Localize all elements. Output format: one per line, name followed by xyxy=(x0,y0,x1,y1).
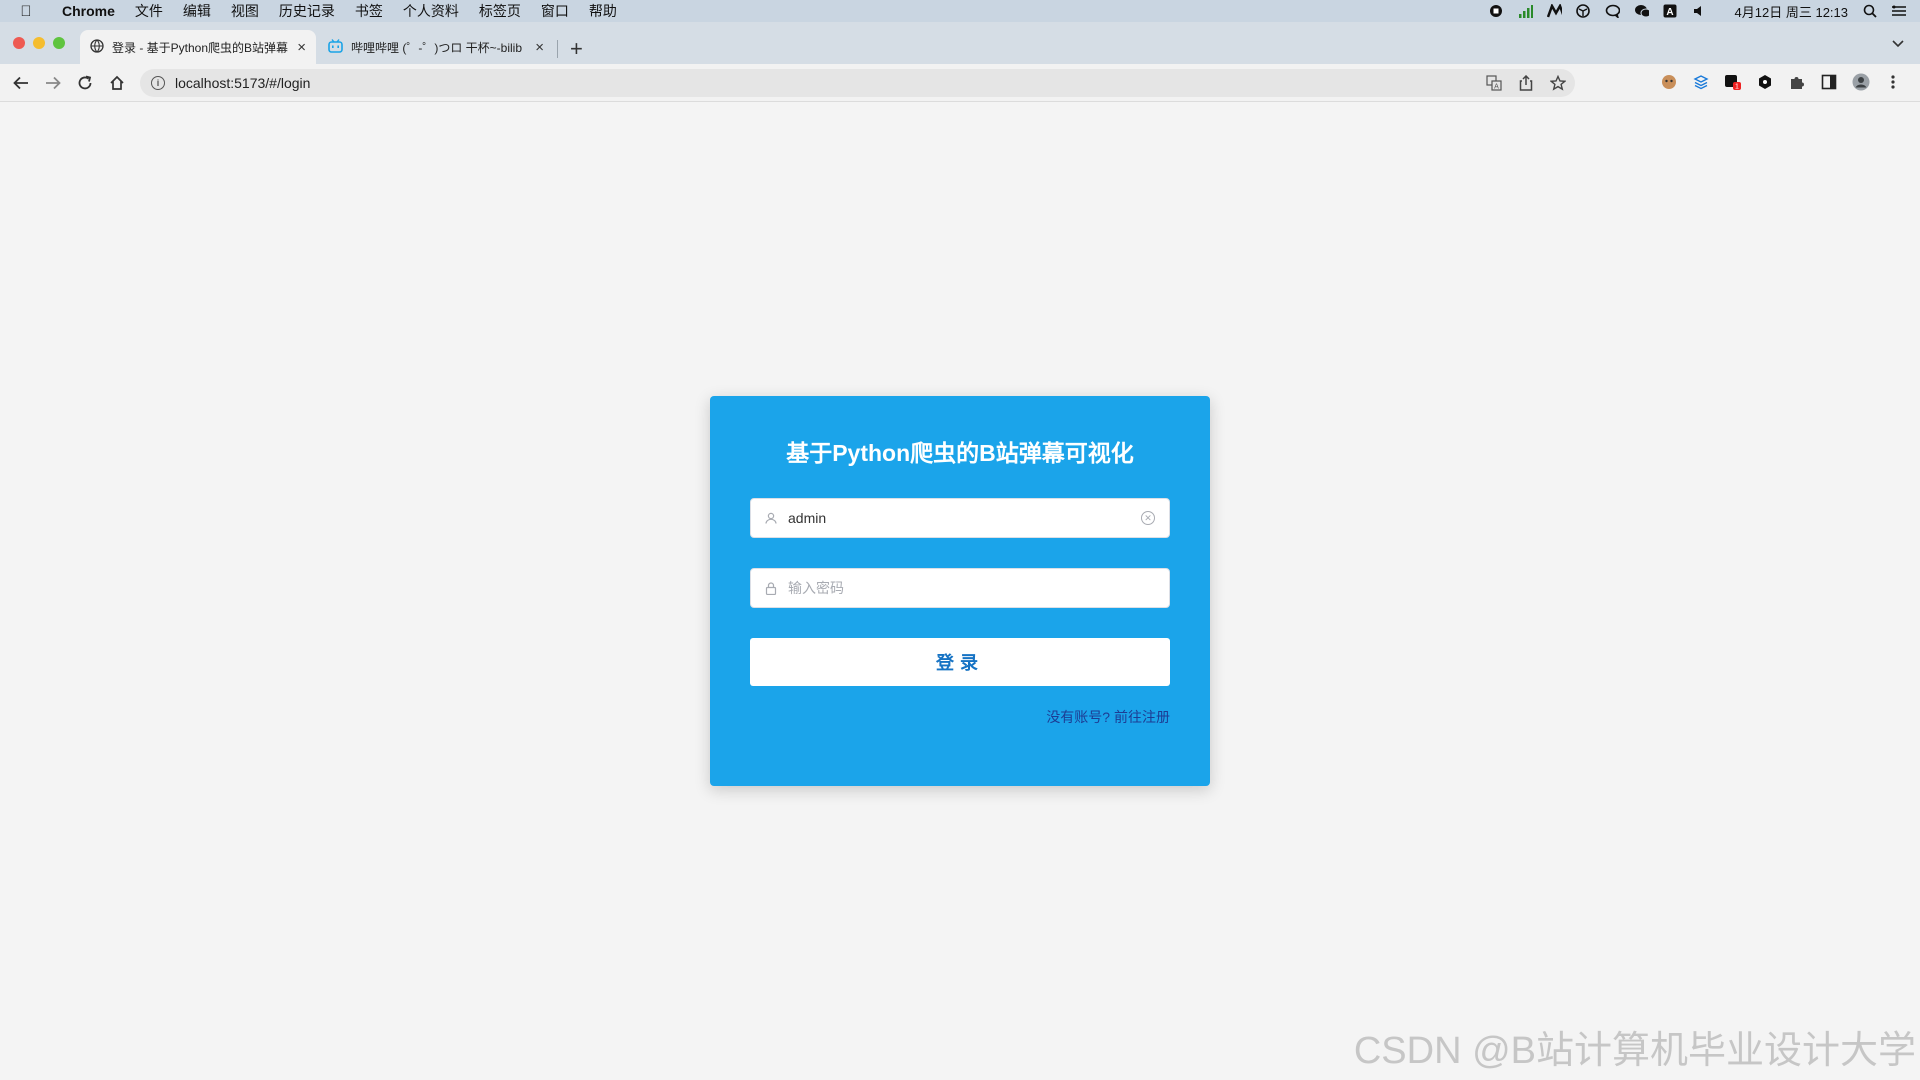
username-field[interactable]: ✕ xyxy=(750,498,1170,538)
tab-close-button[interactable]: × xyxy=(297,39,306,56)
menu-tabs[interactable]: 标签页 xyxy=(469,1,531,21)
address-bar-actions: A xyxy=(1485,74,1575,92)
bookmark-star-icon[interactable] xyxy=(1549,74,1567,92)
menu-edit[interactable]: 编辑 xyxy=(173,1,221,21)
spotlight-search-icon[interactable] xyxy=(1862,4,1877,19)
status-tray: A 4月12日 周三 12:13 xyxy=(1489,2,1920,21)
chat-bubble-icon[interactable] xyxy=(1605,4,1620,19)
menu-help[interactable]: 帮助 xyxy=(579,1,627,21)
tab-strip: 登录 - 基于Python爬虫的B站弹幕 × 哔哩哔哩 (゜-゜)つロ 干杯~-… xyxy=(0,22,1920,64)
mac-menu-bar:  Chrome 文件 编辑 视图 历史记录 书签 个人资料 标签页 窗口 帮助… xyxy=(0,0,1920,22)
back-arrow-icon[interactable] xyxy=(10,72,32,94)
tab-close-button[interactable]: × xyxy=(535,39,544,56)
watermark: CSDN @B站计算机毕业设计大学 xyxy=(1353,1030,1916,1072)
close-window-button[interactable] xyxy=(13,37,25,49)
zoom-window-button[interactable] xyxy=(53,37,65,49)
chrome-menu-icon[interactable] xyxy=(1884,73,1902,91)
tab-bilibili[interactable]: 哔哩哔哩 (゜-゜)つロ 干杯~-bilib × xyxy=(318,30,554,64)
menu-profile[interactable]: 个人资料 xyxy=(393,1,469,21)
login-card: 基于Python爬虫的B站弹幕可视化 ✕ 登录 没有账号? 前往注册 xyxy=(710,396,1210,786)
record-icon[interactable] xyxy=(1489,4,1504,19)
extension-stack-icon[interactable] xyxy=(1692,73,1710,91)
extension-badge-icon[interactable]: 1 xyxy=(1724,73,1742,91)
home-icon[interactable] xyxy=(106,72,128,94)
svg-text:A: A xyxy=(1494,84,1499,91)
tab-search-chevron-icon[interactable] xyxy=(1892,36,1904,51)
extension-icons: 1 xyxy=(1660,73,1902,91)
globe-icon xyxy=(90,38,104,56)
site-info-icon[interactable]: i xyxy=(151,76,165,90)
input-method-icon[interactable]: A xyxy=(1663,4,1678,19)
menu-history[interactable]: 历史记录 xyxy=(269,1,345,21)
new-tab-button[interactable]: + xyxy=(570,38,583,60)
browser-toolbar: i localhost:5173/#/login A 1 xyxy=(0,64,1920,102)
bilibili-icon xyxy=(328,38,343,56)
tab-login[interactable]: 登录 - 基于Python爬虫的B站弹幕 × xyxy=(80,30,316,64)
extensions-puzzle-icon[interactable] xyxy=(1788,73,1806,91)
extension-hexagon-icon[interactable] xyxy=(1756,73,1774,91)
lock-icon xyxy=(764,581,778,595)
password-input[interactable] xyxy=(788,570,1169,606)
volume-icon[interactable] xyxy=(1692,4,1707,19)
control-center-icon[interactable] xyxy=(1891,4,1906,19)
apple-icon[interactable]:  xyxy=(0,3,52,20)
wechat-icon[interactable] xyxy=(1634,4,1649,19)
tab-title: 哔哩哔哩 (゜-゜)つロ 干杯~-bilib xyxy=(351,40,523,55)
login-button[interactable]: 登录 xyxy=(750,638,1170,686)
menu-app-name[interactable]: Chrome xyxy=(52,3,125,19)
translate-icon[interactable]: A xyxy=(1485,74,1503,92)
address-url[interactable]: localhost:5173/#/login xyxy=(175,75,310,91)
cube-icon[interactable] xyxy=(1576,4,1591,19)
profile-avatar-icon[interactable] xyxy=(1852,73,1870,91)
clock[interactable]: 4月12日 周三 12:13 xyxy=(1735,2,1848,21)
forward-arrow-icon[interactable] xyxy=(42,72,64,94)
address-bar[interactable]: i localhost:5173/#/login A xyxy=(140,69,1575,97)
m-app-icon[interactable] xyxy=(1546,4,1562,19)
reload-icon[interactable] xyxy=(74,72,96,94)
login-title: 基于Python爬虫的B站弹幕可视化 xyxy=(786,440,1134,466)
side-panel-icon[interactable] xyxy=(1820,73,1838,91)
tab-separator xyxy=(557,40,558,58)
tab-title: 登录 - 基于Python爬虫的B站弹幕 xyxy=(112,40,289,55)
extension-face-icon[interactable] xyxy=(1660,73,1678,91)
username-input[interactable] xyxy=(788,500,1141,536)
svg-text:A: A xyxy=(1666,7,1673,18)
menu-window[interactable]: 窗口 xyxy=(531,1,579,21)
user-icon xyxy=(764,512,778,524)
svg-text:1: 1 xyxy=(1735,84,1739,91)
password-field[interactable] xyxy=(750,568,1170,608)
share-icon[interactable] xyxy=(1517,74,1535,92)
menu-file[interactable]: 文件 xyxy=(125,1,173,21)
menu-bookmarks[interactable]: 书签 xyxy=(345,1,393,21)
register-link[interactable]: 没有账号? 前往注册 xyxy=(1046,707,1170,727)
signal-icon[interactable] xyxy=(1518,4,1533,19)
minimize-window-button[interactable] xyxy=(33,37,45,49)
clear-input-icon[interactable]: ✕ xyxy=(1141,511,1155,525)
menu-view[interactable]: 视图 xyxy=(221,1,269,21)
